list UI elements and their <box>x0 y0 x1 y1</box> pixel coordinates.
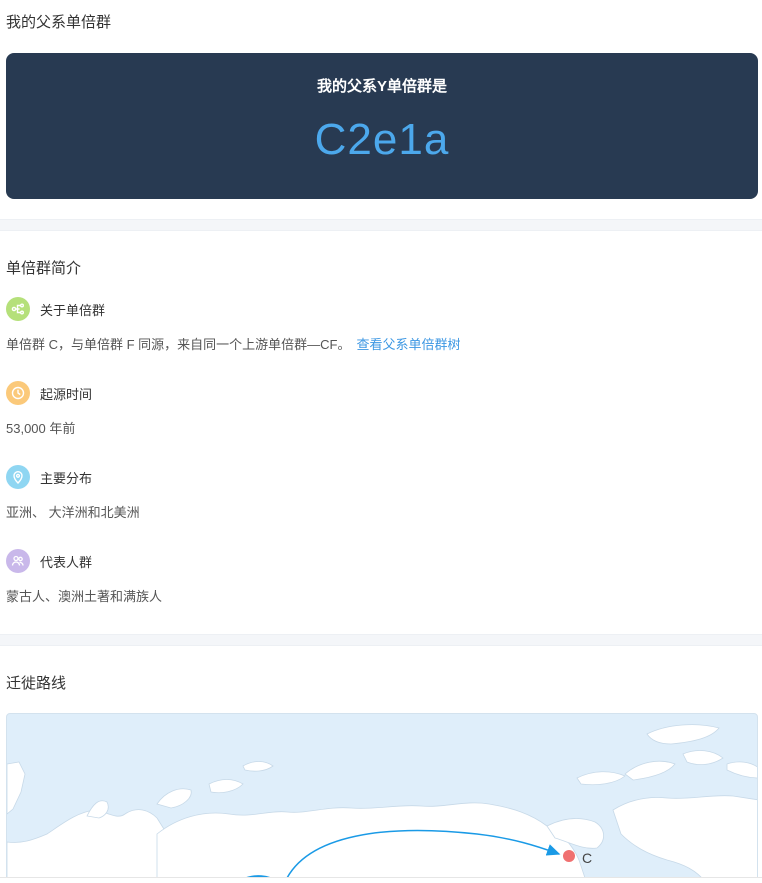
info-item-populations: 代表人群 <box>6 549 92 573</box>
info-item-distribution: 主要分布 <box>6 465 92 489</box>
page-title: 我的父系单倍群 <box>6 14 112 31</box>
haplogroup-marker[interactable] <box>563 850 575 862</box>
section-divider <box>0 634 762 646</box>
info-text-distribution: 亚洲、 大洋洲和北美洲 <box>6 505 140 520</box>
migration-section-title: 迁徙路线 <box>6 675 67 692</box>
marker-label: C <box>582 850 592 866</box>
migration-map[interactable]: C <box>6 713 758 883</box>
section-divider <box>0 219 762 231</box>
info-title: 主要分布 <box>40 470 93 486</box>
info-title: 起源时间 <box>40 386 93 402</box>
info-text-populations: 蒙古人、澳洲土著和满族人 <box>6 589 163 604</box>
location-pin-icon <box>6 465 30 489</box>
people-icon <box>6 549 30 573</box>
bottom-edge <box>0 877 762 883</box>
info-item-about: 关于单倍群 <box>6 297 105 321</box>
intro-section-title: 单倍群简介 <box>6 260 82 277</box>
branch-icon <box>6 297 30 321</box>
info-title: 代表人群 <box>40 554 93 570</box>
info-text-about: 单倍群 C，与单倍群 F 同源，来自同一个上游单倍群—CF。 查看父系单倍群树 <box>6 334 461 353</box>
world-map: C <box>7 724 757 882</box>
info-text-origin-time: 53,000 年前 <box>6 421 76 436</box>
info-title: 关于单倍群 <box>40 302 106 318</box>
info-item-origin-time: 起源时间 <box>6 381 92 405</box>
clock-icon <box>6 381 30 405</box>
haplogroup-result-card: 我的父系Y单倍群是 C2e1a <box>6 53 758 199</box>
haplogroup-value: C2e1a <box>314 115 450 164</box>
result-label: 我的父系Y单倍群是 <box>316 78 447 95</box>
about-description: 单倍群 C，与单倍群 F 同源，来自同一个上游单倍群—CF。 <box>6 337 351 352</box>
view-haplogroup-tree-link[interactable]: 查看父系单倍群树 <box>357 337 461 352</box>
